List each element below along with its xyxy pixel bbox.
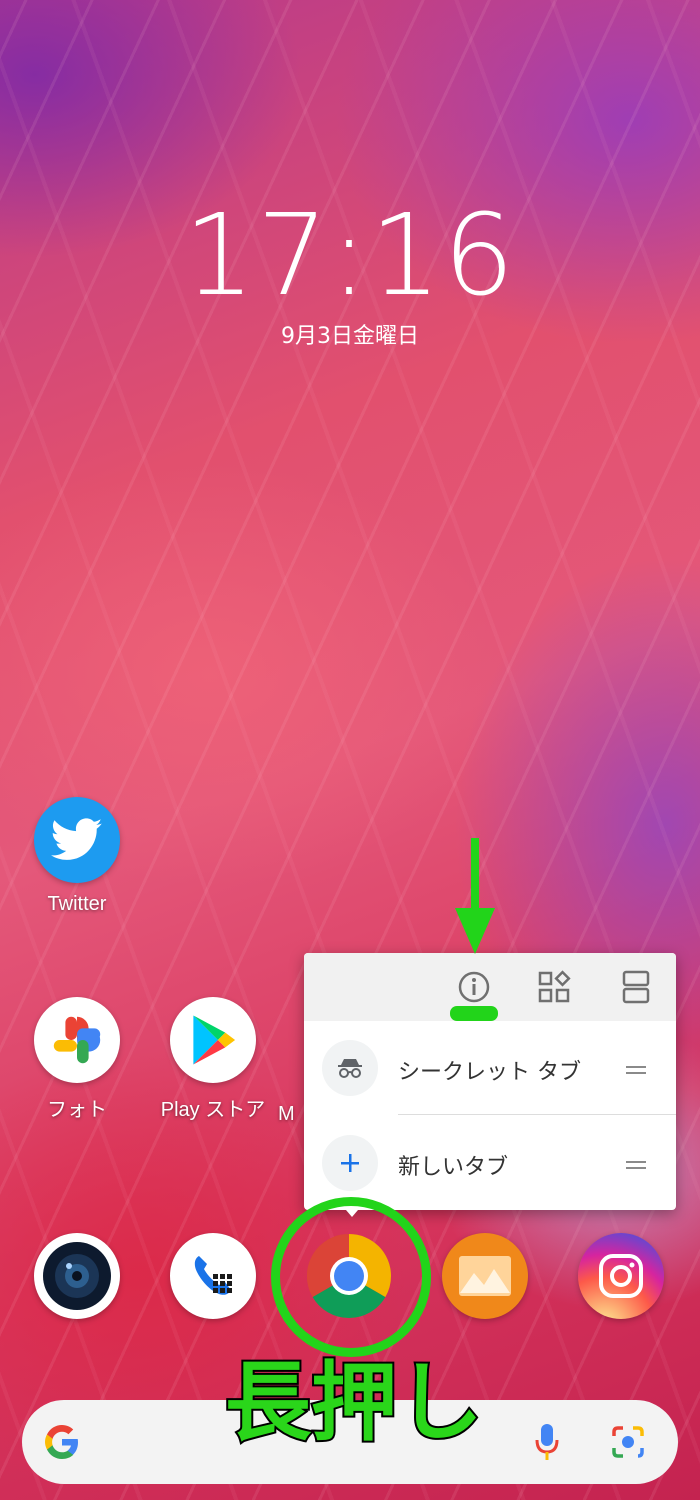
gallery-icon	[442, 1233, 528, 1319]
app-label-twitter: Twitter	[47, 893, 107, 915]
shortcut-new-tab-label: 新しいタブ	[398, 1155, 509, 1180]
mic-icon[interactable]	[534, 1422, 560, 1466]
widgets-icon[interactable]	[536, 969, 572, 1005]
google-g-icon	[42, 1422, 82, 1466]
annotation-circle	[271, 1197, 431, 1357]
incognito-icon	[322, 1040, 378, 1096]
clock-time: 17:16	[183, 191, 517, 321]
lens-icon[interactable]	[610, 1424, 646, 1464]
annotation-long-press-label: 長押し	[223, 1353, 485, 1453]
instagram-icon	[578, 1233, 664, 1319]
app-twitter[interactable]: Twitter	[12, 797, 142, 916]
plus-icon	[322, 1135, 378, 1191]
shortcut-incognito-label: シークレット タブ	[398, 1060, 581, 1085]
clock-date: 9月3日金曜日	[281, 324, 419, 349]
shortcut-incognito-tab[interactable]: シークレット タブ	[304, 1030, 676, 1108]
dock-instagram[interactable]	[556, 1233, 686, 1319]
shortcut-divider	[398, 1114, 676, 1115]
app-photos[interactable]: フォト	[12, 997, 142, 1122]
split-screen-icon[interactable]	[618, 969, 654, 1005]
dock-camera[interactable]	[12, 1233, 142, 1319]
drag-handle-icon[interactable]	[626, 1066, 646, 1074]
app-label-play-store: Play ストア	[160, 1099, 266, 1121]
app-play-store[interactable]: Play ストア	[148, 997, 278, 1122]
dock-phone[interactable]	[148, 1233, 278, 1319]
play-store-icon	[170, 997, 256, 1083]
photos-pinwheel-icon	[34, 997, 120, 1083]
dock-gallery[interactable]	[420, 1233, 550, 1319]
shortcut-new-tab[interactable]: 新しいタブ	[304, 1125, 676, 1203]
camera-icon	[34, 1233, 120, 1319]
drag-handle-icon[interactable]	[626, 1161, 646, 1169]
annotation-arrow-icon	[450, 838, 498, 1021]
phone-icon	[170, 1233, 256, 1319]
twitter-icon	[34, 797, 120, 883]
app-label-photos: フォト	[47, 1099, 107, 1121]
